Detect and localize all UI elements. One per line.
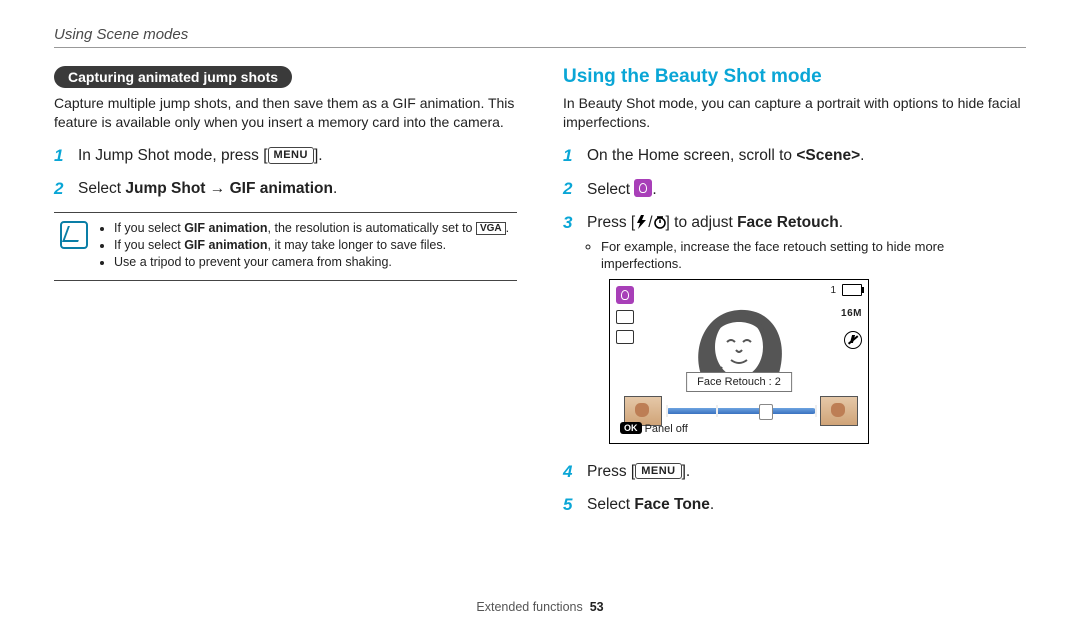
chapter-title: Using Scene modes xyxy=(54,26,1026,43)
step-text: On the Home screen, scroll to <Scene>. xyxy=(587,146,1026,167)
thumb-max xyxy=(820,396,858,426)
intro-text: In Beauty Shot mode, you can capture a p… xyxy=(563,94,1026,132)
note-icon xyxy=(60,221,88,249)
aspect-icon xyxy=(616,310,634,324)
note-box: If you select GIF animation, the resolut… xyxy=(54,212,517,281)
step-number: 4 xyxy=(563,462,577,483)
face-silhouette xyxy=(684,292,794,382)
step-text: Select Jump Shot → GIF animation. xyxy=(78,179,517,200)
ok-icon: OK xyxy=(620,422,642,434)
intro-text: Capture multiple jump shots, and then sa… xyxy=(54,94,517,132)
step-text: Press [MENU]. xyxy=(587,462,1026,483)
preview-left-icons xyxy=(616,286,634,344)
section-heading: Using the Beauty Shot mode xyxy=(563,66,1026,88)
section-pill: Capturing animated jump shots xyxy=(54,66,292,88)
face-retouch-label: Face Retouch : 2 xyxy=(686,372,792,393)
divider xyxy=(54,47,1026,48)
camera-preview: 1 16M xyxy=(609,279,869,444)
menu-icon: MENU xyxy=(268,147,314,164)
step-number: 3 xyxy=(563,213,577,450)
flash-off-icon xyxy=(844,331,862,349)
step-number: 1 xyxy=(563,146,577,167)
preview-right-icons: 1 16M xyxy=(830,284,862,349)
note-list: If you select GIF animation, the resolut… xyxy=(100,221,511,272)
step-number: 5 xyxy=(563,495,577,516)
left-column: Capturing animated jump shots Capture mu… xyxy=(54,66,517,527)
panel-off-hint: OK Panel off xyxy=(620,422,688,437)
af-icon xyxy=(616,330,634,344)
step-text: Select . xyxy=(587,179,1026,201)
resolution-label: 16M xyxy=(841,307,862,321)
battery-icon xyxy=(842,284,862,296)
menu-icon: MENU xyxy=(635,463,681,480)
flash-icon xyxy=(635,215,648,229)
beauty-mode-icon xyxy=(616,286,634,304)
shot-count: 1 xyxy=(830,284,836,298)
beauty-shot-icon xyxy=(634,179,652,197)
timer-icon xyxy=(653,215,666,229)
retouch-slider[interactable] xyxy=(666,408,816,414)
vga-icon: VGA xyxy=(476,222,506,235)
step-number: 2 xyxy=(54,179,68,200)
step-number: 1 xyxy=(54,146,68,167)
step-text: Select Face Tone. xyxy=(587,495,1026,516)
step-text: In Jump Shot mode, press [MENU]. xyxy=(78,146,517,167)
right-column: Using the Beauty Shot mode In Beauty Sho… xyxy=(563,66,1026,527)
step-number: 2 xyxy=(563,179,577,201)
page-footer: Extended functions 53 xyxy=(0,600,1080,614)
step-text: Press [/] to adjust Face Retouch. For ex… xyxy=(587,213,1026,450)
